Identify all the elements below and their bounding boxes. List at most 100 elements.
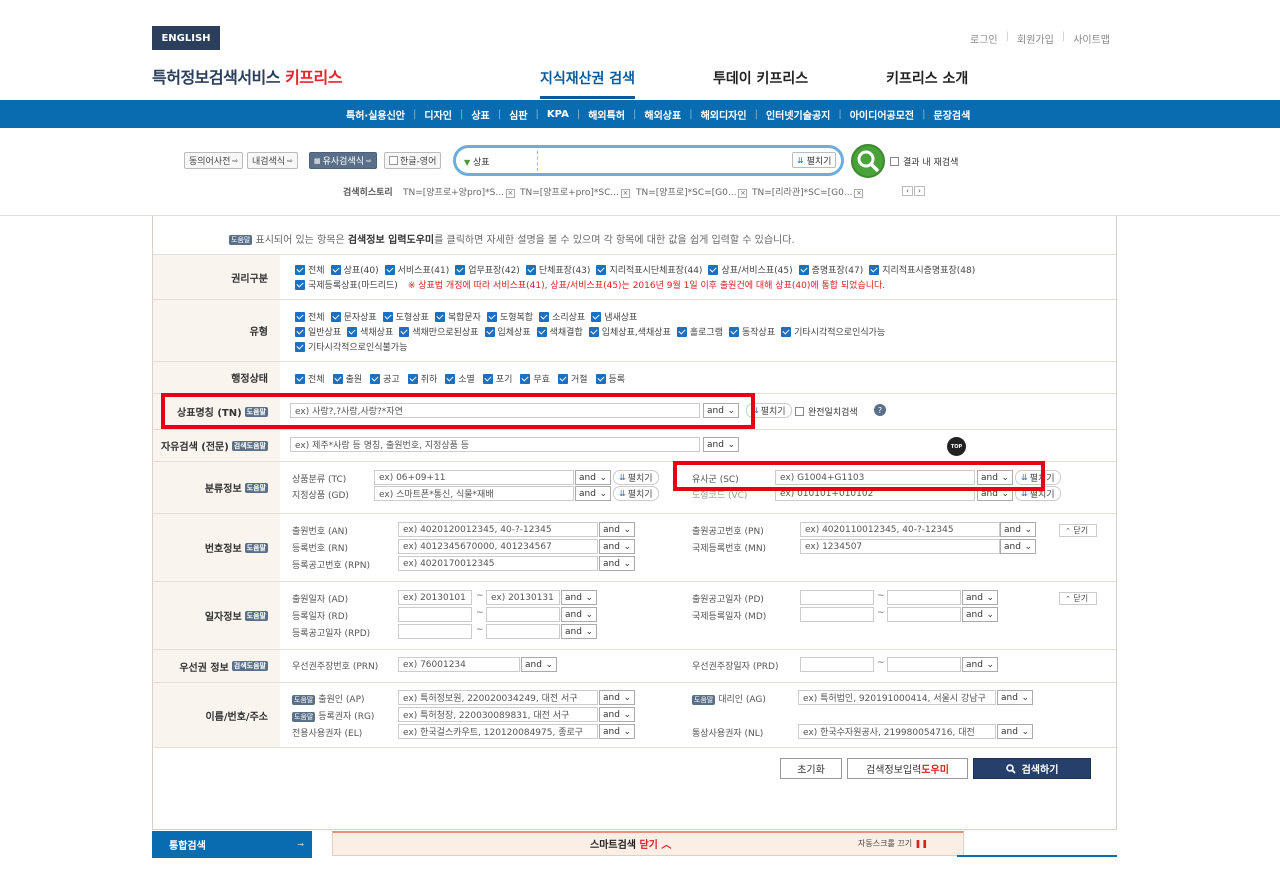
search-submit-button[interactable]: 검색하기: [973, 758, 1091, 779]
search-help-badge[interactable]: 검색도움말: [231, 661, 268, 671]
chevron-right-icon[interactable]: ›: [914, 186, 925, 196]
rg-input[interactable]: ex) 특허청장, 220030089831, 대전 서구: [398, 707, 598, 722]
checkbox-rights-madrid[interactable]: 국제등록상표(마드리드): [295, 278, 398, 291]
checkbox-type-motion[interactable]: 동작상표: [728, 325, 775, 338]
mn-input[interactable]: ex) 1234507: [800, 539, 1000, 554]
close-icon[interactable]: ×: [738, 189, 748, 198]
search-help-badge[interactable]: 검색도움말: [231, 440, 268, 451]
login-link[interactable]: 로그인: [970, 31, 998, 46]
gd-expand-button[interactable]: ⇊ 펼치기: [613, 486, 659, 501]
an-input[interactable]: ex) 4020120012345, 40-?-12345: [398, 522, 598, 537]
checkbox-status-invalid[interactable]: 무효: [520, 372, 550, 385]
rd-to-input[interactable]: [486, 607, 560, 622]
exact-match-checkbox[interactable]: 완전일치검색: [795, 405, 858, 418]
checkbox-type-complex-figure[interactable]: 도형복합: [486, 310, 533, 323]
tc-and-select[interactable]: and: [575, 470, 611, 485]
checkbox-type-sound[interactable]: 소리상표: [539, 310, 585, 323]
reset-button[interactable]: 초기화: [780, 758, 842, 779]
checkbox-rights-all[interactable]: 전체: [295, 263, 325, 276]
checkbox-type-smell[interactable]: 냄새상표: [591, 310, 637, 323]
history-item[interactable]: TN=[리라관]*SC=[G0... ×: [752, 185, 864, 198]
checkbox-type-3d-color[interactable]: 입체상표,색채상표: [588, 325, 671, 338]
dates-close-button[interactable]: ⌃ 닫기: [1059, 592, 1097, 605]
nl-and-select[interactable]: and: [997, 724, 1033, 739]
gd-and-select[interactable]: and: [575, 486, 611, 501]
checkbox-type-hologram[interactable]: 홀로그램: [676, 325, 723, 338]
numbers-close-button[interactable]: ⌃ 닫기: [1059, 524, 1097, 537]
pd-and-select[interactable]: and: [962, 590, 998, 605]
checkbox-status-registered[interactable]: 등록: [595, 372, 625, 385]
ad-and-select[interactable]: and: [561, 590, 597, 605]
free-search-input[interactable]: ex) 제주*사랑 등 명칭, 출원번호, 지정상품 등: [290, 437, 700, 452]
subnav-foreign-patent[interactable]: 해외특허: [580, 107, 633, 122]
el-input[interactable]: ex) 한국걸스카우트, 120120084975, 종로구: [398, 724, 598, 739]
search-input[interactable]: [540, 153, 780, 169]
synonym-dictionary-button[interactable]: 동의어사전 ⇨: [184, 152, 244, 169]
prd-to-input[interactable]: [887, 657, 961, 672]
help-badge[interactable]: 도움말: [292, 711, 316, 722]
checkbox-status-abandoned[interactable]: 포기: [482, 372, 512, 385]
rpn-and-select[interactable]: and: [599, 556, 635, 571]
rpd-and-select[interactable]: and: [561, 624, 597, 639]
smart-search-toggle[interactable]: 스마트검색 닫기 ︿: [590, 836, 671, 851]
ad-to-input[interactable]: ex) 20130131: [486, 590, 560, 605]
prd-from-input[interactable]: [800, 657, 874, 672]
search-go-button[interactable]: [851, 144, 885, 178]
site-logo[interactable]: 특허정보검색서비스 키프리스: [152, 64, 342, 88]
checkbox-type-color-combo[interactable]: 색채결합: [536, 325, 583, 338]
checkbox-type-color-only[interactable]: 색채만으로된상표: [399, 325, 479, 338]
integrated-search-tab[interactable]: 통합검색 →: [152, 831, 312, 858]
ap-and-select[interactable]: and: [599, 690, 635, 705]
subnav-patent[interactable]: 특허·실용신안: [338, 107, 413, 122]
checkbox-type-3d[interactable]: 입체상표: [484, 325, 531, 338]
help-badge[interactable]: 도움말: [692, 694, 716, 705]
ad-from-input[interactable]: ex) 20130101: [398, 590, 472, 605]
pd-to-input[interactable]: [887, 590, 961, 605]
checkbox-status-withdrawn[interactable]: 취하: [407, 372, 437, 385]
close-icon[interactable]: ×: [854, 189, 864, 198]
checkbox-type-all[interactable]: 전체: [295, 310, 325, 323]
chevron-left-icon[interactable]: ‹: [902, 186, 913, 196]
subnav-idea-contest[interactable]: 아이디어공모전: [842, 107, 922, 122]
result-research-checkbox[interactable]: 결과 내 재검색: [890, 155, 958, 168]
checkbox-type-figure[interactable]: 도형상표: [382, 310, 429, 323]
subnav-sentence-search[interactable]: 문장검색: [926, 107, 979, 122]
pn-and-select[interactable]: and: [1000, 522, 1036, 537]
history-item[interactable]: TN=[양프로+pro]*SC... ×: [520, 185, 630, 198]
checkbox-type-text[interactable]: 문자상표: [330, 310, 377, 323]
search-helper-button[interactable]: 검색정보입력 도우미: [847, 758, 968, 779]
my-search-button[interactable]: 내검색식 ⇨: [247, 152, 298, 169]
an-and-select[interactable]: and: [599, 522, 635, 537]
help-badge[interactable]: 도움말: [244, 542, 268, 553]
prn-and-select[interactable]: and: [521, 657, 557, 672]
checkbox-rights-business[interactable]: 업무표장(42): [455, 263, 520, 276]
checkbox-rights-geo-collective[interactable]: 지리적표시단체표장(44): [596, 263, 702, 276]
help-badge[interactable]: 도움말: [244, 482, 268, 493]
checkbox-type-general[interactable]: 일반상표: [295, 325, 341, 338]
mn-and-select[interactable]: and: [1000, 539, 1036, 554]
checkbox-status-published[interactable]: 공고: [370, 372, 400, 385]
subnav-design[interactable]: 디자인: [416, 107, 460, 122]
ag-input[interactable]: ex) 특허법인, 920191000414, 서울시 강남구: [798, 690, 996, 705]
rd-from-input[interactable]: [398, 607, 472, 622]
subnav-kpa[interactable]: KPA: [539, 109, 577, 120]
checkbox-status-all[interactable]: 전체: [295, 372, 325, 385]
rpd-to-input[interactable]: [486, 624, 560, 639]
history-item[interactable]: TN=[양프로+양pro]*S... ×: [403, 185, 515, 198]
tc-expand-button[interactable]: ⇊ 펼치기: [613, 470, 659, 485]
nav-today-kipris[interactable]: 투데이 키프리스: [713, 68, 808, 99]
checkbox-rights-tm-service[interactable]: 상표/서비스표(45): [708, 263, 793, 276]
help-icon[interactable]: ?: [874, 404, 886, 416]
prn-input[interactable]: ex) 76001234: [398, 657, 520, 672]
rpn-input[interactable]: ex) 4020170012345: [398, 556, 598, 571]
close-icon[interactable]: ×: [505, 189, 515, 198]
md-from-input[interactable]: [800, 607, 874, 622]
checkbox-status-rejected[interactable]: 거절: [557, 372, 588, 385]
similar-search-button[interactable]: ▦ 유사검색식 ⇨: [309, 152, 377, 169]
gd-input[interactable]: ex) 스마트폰*통신, 식물*재배: [374, 486, 574, 501]
hangul-english-toggle[interactable]: 한글-영어: [384, 152, 442, 169]
rd-and-select[interactable]: and: [561, 607, 597, 622]
rg-and-select[interactable]: and: [599, 707, 635, 722]
tc-input[interactable]: ex) 06+09+11: [374, 470, 574, 485]
rn-input[interactable]: ex) 4012345670000, 401234567: [398, 539, 598, 554]
